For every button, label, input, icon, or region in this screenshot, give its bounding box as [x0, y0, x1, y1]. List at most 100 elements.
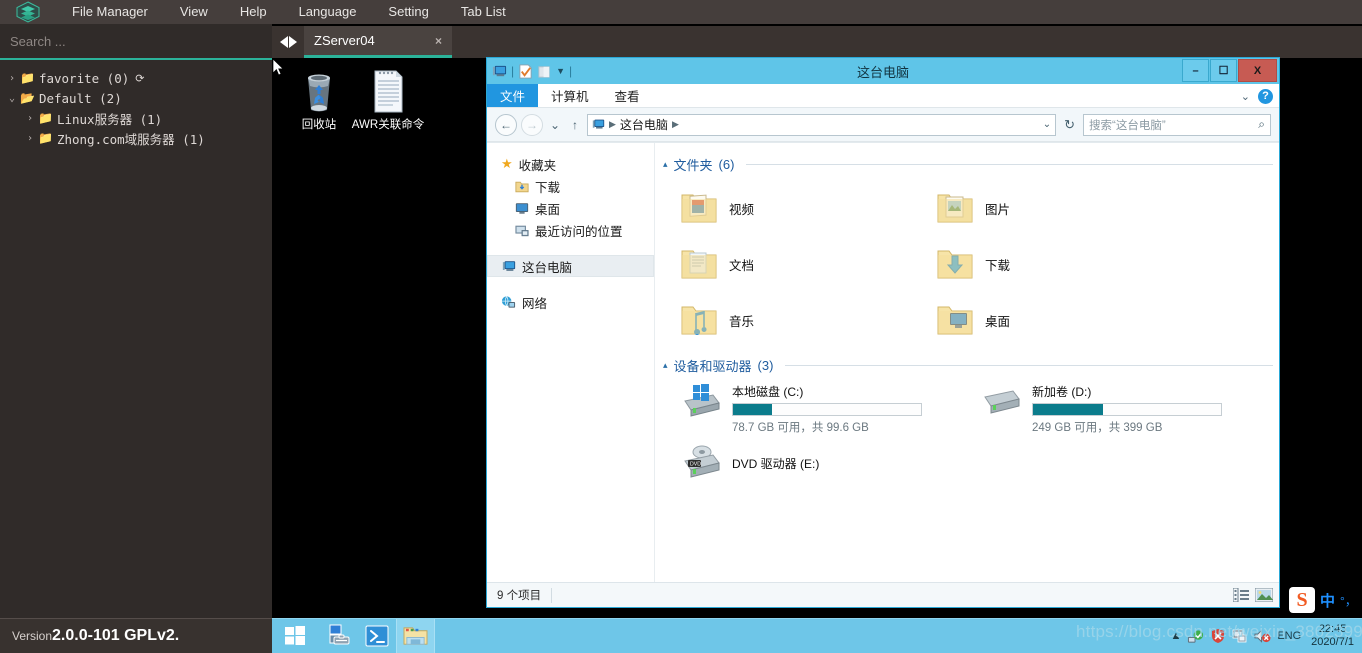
shield-alert-icon[interactable]: [1210, 628, 1226, 644]
chevron-right-icon[interactable]: ›: [22, 113, 38, 124]
sidebar-search-field[interactable]: Search ...: [0, 24, 272, 60]
tree-item-label: Zhong.com域服务器 (1): [56, 131, 205, 147]
tree-item-zhong-domain-servers[interactable]: › 📁 Zhong.com域服务器 (1): [0, 128, 272, 148]
language-indicator[interactable]: ENG: [1277, 630, 1301, 642]
tree-item-linux-servers[interactable]: › 📁 Linux服务器 (1): [0, 108, 272, 128]
details-view-icon[interactable]: [1233, 588, 1249, 602]
menu-item-file-manager[interactable]: File Manager: [56, 0, 164, 24]
caret-up-icon[interactable]: ▴: [663, 360, 668, 371]
drive-usage-bar: [732, 403, 922, 416]
chevron-down-icon[interactable]: ⌄: [4, 93, 20, 104]
action-center-icon[interactable]: [1232, 628, 1248, 644]
dropdown-caret-icon[interactable]: ▼: [556, 66, 565, 76]
file-explorer-icon: [403, 626, 428, 645]
nav-item-label: 桌面: [535, 202, 561, 217]
drive-item-c[interactable]: 本地磁盘 (C:) 78.7 GB 可用，共 99.6 GB: [663, 381, 963, 435]
app-logo: [0, 0, 56, 24]
forward-button[interactable]: →: [521, 113, 543, 136]
caret-up-icon[interactable]: ▴: [663, 159, 668, 170]
folder-item-pictures[interactable]: 图片: [919, 180, 1175, 236]
tree-item-default[interactable]: ⌄ 📂 Default (2): [0, 88, 272, 108]
refresh-icon[interactable]: ↻: [1060, 117, 1079, 133]
taskbar: ▲ ENG 22:45 2020/7/1: [272, 618, 1362, 653]
refresh-icon[interactable]: ⟳: [135, 72, 144, 85]
minimize-button[interactable]: –: [1182, 59, 1209, 82]
file-explorer-button[interactable]: [396, 618, 435, 653]
window-title-bar[interactable]: | ▼ | 这台电脑 – ☐ X: [487, 58, 1279, 84]
nav-item-this-pc[interactable]: 这台电脑: [487, 255, 654, 277]
nav-item-favorites[interactable]: ★ 收藏夹: [487, 153, 654, 175]
arrow-right-icon[interactable]: [288, 36, 297, 48]
nav-item-downloads[interactable]: 下载: [487, 175, 654, 197]
folder-item-videos[interactable]: 视频: [663, 180, 919, 236]
menu-item-view[interactable]: View: [164, 0, 224, 24]
tab-file[interactable]: 文件: [487, 84, 539, 107]
drive-item-e[interactable]: DVD DVD 驱动器 (E:): [663, 435, 963, 489]
powershell-button[interactable]: [357, 619, 396, 653]
menu-item-language[interactable]: Language: [283, 0, 373, 24]
volume-muted-icon[interactable]: [1254, 628, 1271, 644]
folder-label: 下载: [985, 258, 1011, 273]
folder-item-documents[interactable]: 文档: [663, 236, 919, 292]
large-icons-view-icon[interactable]: [1255, 588, 1273, 602]
music-folder-icon: [681, 306, 717, 335]
breadcrumb-item-this-pc[interactable]: 这台电脑: [620, 116, 668, 133]
server-manager-button[interactable]: [318, 619, 357, 653]
properties-icon[interactable]: [518, 63, 533, 79]
breadcrumb-dropdown-icon[interactable]: ⌄: [1043, 119, 1051, 130]
history-dropdown-icon[interactable]: ⌄: [547, 114, 563, 136]
close-button[interactable]: X: [1238, 59, 1277, 82]
tree-item-favorite[interactable]: › 📁 favorite (0) ⟳: [0, 68, 272, 88]
pictures-folder-icon: [937, 194, 973, 223]
ime-mode-indicator[interactable]: 中: [1320, 590, 1335, 611]
nav-item-recent-places[interactable]: 最近访问的位置: [487, 219, 654, 241]
group-count: (6): [718, 157, 735, 172]
menu-item-tab-list[interactable]: Tab List: [445, 0, 522, 24]
folder-item-desktop[interactable]: 桌面: [919, 292, 1175, 348]
chevron-right-icon[interactable]: ›: [22, 133, 38, 144]
tab-scroll-arrows[interactable]: [272, 26, 304, 58]
this-pc-icon: [502, 260, 516, 271]
search-input[interactable]: 搜索“这台电脑” ⌕: [1083, 113, 1271, 136]
close-icon[interactable]: ×: [435, 34, 442, 48]
chevron-down-icon[interactable]: ⌄: [1241, 90, 1250, 103]
help-icon[interactable]: ?: [1258, 88, 1273, 104]
breadcrumb[interactable]: ▶ 这台电脑 ▶ ⌄: [587, 113, 1057, 136]
back-button[interactable]: ←: [495, 113, 517, 136]
server-tree: › 📁 favorite (0) ⟳ ⌄ 📂 Default (2) › 📁 L…: [0, 60, 272, 618]
desktop-icon-awr-script[interactable]: AWR关联命令: [346, 68, 430, 132]
recent-places-icon: [515, 225, 529, 236]
menu-item-help[interactable]: Help: [224, 0, 283, 24]
drive-item-d[interactable]: 新加卷 (D:) 249 GB 可用，共 399 GB: [963, 381, 1263, 435]
sogou-icon[interactable]: S: [1289, 587, 1315, 613]
folder-item-downloads[interactable]: 下载: [919, 236, 1175, 292]
group-header-folders[interactable]: ▴ 文件夹 (6): [663, 155, 1273, 174]
nav-item-network[interactable]: 网络: [487, 291, 654, 313]
clock[interactable]: 22:45 2020/7/1: [1307, 623, 1354, 649]
magnifier-icon[interactable]: ⌕: [1258, 117, 1265, 132]
group-header-devices[interactable]: ▴ 设备和驱动器 (3): [663, 356, 1273, 375]
arrow-left-icon[interactable]: [279, 36, 288, 48]
tab-zserver04[interactable]: ZServer04 ×: [304, 26, 452, 58]
ime-punctuation-toggle[interactable]: °，: [1340, 592, 1357, 609]
ime-toolbar[interactable]: S 中 °，: [1285, 582, 1362, 618]
windows-start-icon: [285, 626, 305, 645]
windows-drive-icon: [684, 384, 720, 417]
tab-view[interactable]: 查看: [602, 84, 653, 107]
nav-item-desktop[interactable]: 桌面: [487, 197, 654, 219]
maximize-button[interactable]: ☐: [1210, 59, 1237, 82]
start-button[interactable]: [272, 619, 318, 653]
content-pane[interactable]: ▴ 文件夹 (6) 视频 图片 文档 下载 音乐 桌面 ▴ 设备和驱动器 (3)…: [655, 143, 1279, 582]
this-pc-icon[interactable]: [492, 64, 507, 79]
network-icon[interactable]: [1187, 628, 1204, 644]
folder-item-music[interactable]: 音乐: [663, 292, 919, 348]
tab-computer[interactable]: 计算机: [538, 84, 602, 107]
menu-item-setting[interactable]: Setting: [372, 0, 444, 24]
new-folder-icon[interactable]: [537, 64, 552, 79]
desktop-icon-label: 回收站: [301, 119, 337, 131]
breadcrumb-separator-icon[interactable]: ▶: [672, 119, 679, 130]
tray-overflow-icon[interactable]: ▲: [1170, 630, 1181, 642]
up-button[interactable]: ↑: [567, 114, 583, 136]
tree-item-label: Default (2): [38, 90, 122, 106]
chevron-right-icon[interactable]: ›: [4, 73, 20, 84]
